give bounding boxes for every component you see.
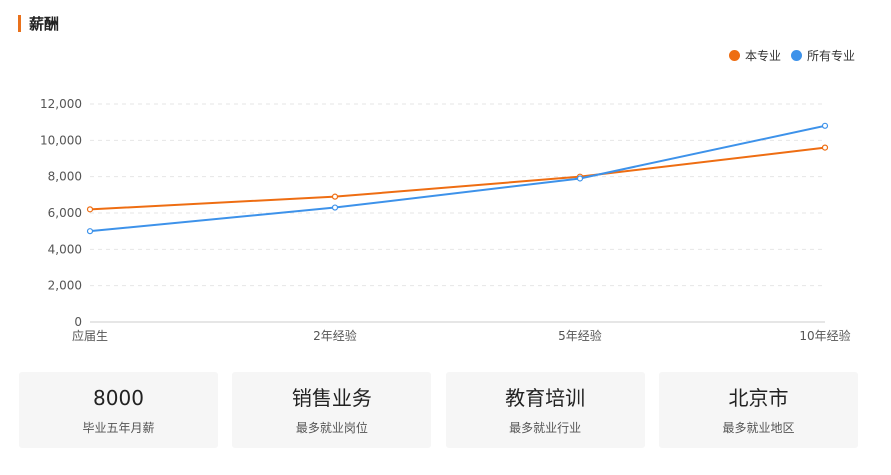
x-tick-label: 5年经验 [558, 328, 602, 343]
y-tick-label: 8,000 [48, 170, 82, 184]
y-tick-label: 2,000 [48, 279, 82, 293]
card-label: 最多就业岗位 [295, 420, 368, 435]
x-tick-label: 10年经验 [799, 328, 850, 343]
data-point [331, 193, 339, 200]
card-value: 销售业务 [291, 385, 372, 410]
y-tick-label: 4,000 [48, 242, 82, 256]
data-point [86, 206, 94, 213]
summary-card-region: 北京市 最多就业地区 [658, 372, 858, 448]
card-label: 最多就业地区 [722, 420, 795, 435]
summary-card-industry: 教育培训 最多就业行业 [445, 372, 645, 448]
card-label: 最多就业行业 [509, 420, 582, 435]
summary-cards: 8000 毕业五年月薪 销售业务 最多就业岗位 教育培训 最多就业行业 北京市 … [19, 372, 858, 448]
x-tick-label: 2年经验 [313, 328, 357, 343]
y-tick-label: 6,000 [48, 206, 82, 220]
summary-card-salary: 8000 毕业五年月薪 [19, 372, 218, 448]
y-tick-label: 0 [74, 315, 82, 329]
salary-line-chart: 0 2,000 4,000 6,000 8,000 10,000 12,000 应届生 2年经验… [40, 97, 851, 343]
x-tick-label: 应届生 [72, 328, 108, 343]
data-point [86, 228, 94, 235]
y-tick-label: 10,000 [40, 133, 82, 147]
card-value: 北京市 [728, 385, 789, 410]
y-tick-label: 12,000 [40, 97, 82, 111]
series-line-1 [89, 124, 826, 233]
data-point [821, 122, 829, 129]
card-value: 8000 [93, 385, 144, 410]
summary-card-position: 销售业务 最多就业岗位 [232, 372, 432, 448]
data-point [331, 204, 339, 211]
data-point [821, 144, 829, 151]
series-line-0 [89, 146, 826, 211]
data-point [576, 175, 584, 182]
card-value: 教育培训 [505, 385, 586, 410]
card-label: 毕业五年月薪 [82, 420, 155, 435]
